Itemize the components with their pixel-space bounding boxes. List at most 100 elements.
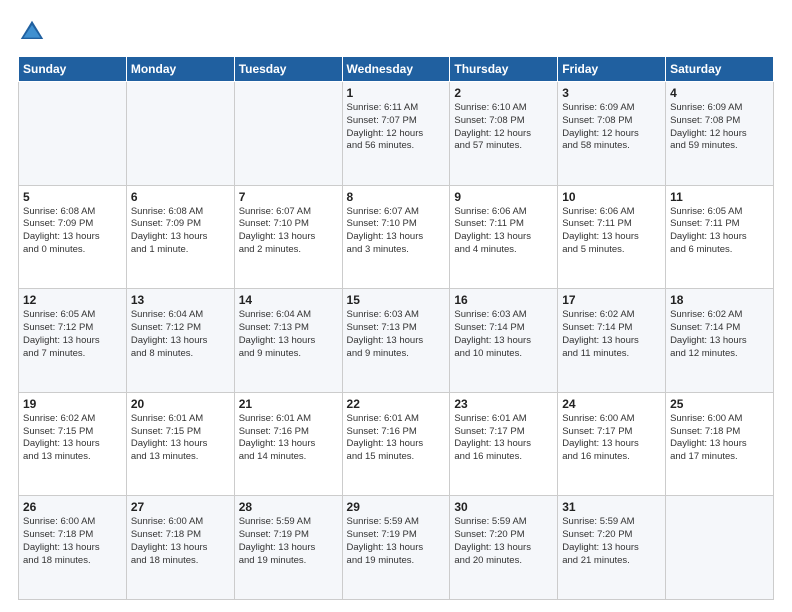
day-number: 16 bbox=[454, 293, 553, 307]
calendar-day bbox=[666, 496, 774, 600]
day-number: 14 bbox=[239, 293, 338, 307]
day-number: 4 bbox=[670, 86, 769, 100]
weekday-header: Sunday bbox=[19, 57, 127, 82]
logo-icon bbox=[18, 18, 46, 46]
day-info: Sunrise: 6:09 AM Sunset: 7:08 PM Dayligh… bbox=[562, 102, 661, 153]
calendar-day: 18Sunrise: 6:02 AM Sunset: 7:14 PM Dayli… bbox=[666, 289, 774, 393]
day-number: 28 bbox=[239, 500, 338, 514]
calendar-day: 13Sunrise: 6:04 AM Sunset: 7:12 PM Dayli… bbox=[126, 289, 234, 393]
calendar-day: 31Sunrise: 5:59 AM Sunset: 7:20 PM Dayli… bbox=[558, 496, 666, 600]
weekday-header: Tuesday bbox=[234, 57, 342, 82]
calendar-week: 26 Sunrise: 6:00 AM Sunset: 7:18 PM Dayli… bbox=[19, 496, 774, 600]
calendar-day: 3Sunrise: 6:09 AM Sunset: 7:08 PM Daylig… bbox=[558, 82, 666, 186]
day-info: Sunrise: 6:00 AM Sunset: 7:18 PM Dayligh… bbox=[131, 516, 230, 567]
calendar-day: 26 Sunrise: 6:00 AM Sunset: 7:18 PM Dayli… bbox=[19, 496, 127, 600]
day-number: 9 bbox=[454, 190, 553, 204]
weekday-row: SundayMondayTuesdayWednesdayThursdayFrid… bbox=[19, 57, 774, 82]
day-number: 22 bbox=[347, 397, 446, 411]
day-info: Sunrise: 6:05 AM Sunset: 7:11 PM Dayligh… bbox=[670, 206, 769, 257]
day-info: Sunrise: 6:05 AM Sunset: 7:12 PM Dayligh… bbox=[23, 309, 122, 360]
day-number: 12 bbox=[23, 293, 122, 307]
calendar-day: 20 Sunrise: 6:01 AM Sunset: 7:15 PM Dayli… bbox=[126, 392, 234, 496]
day-number: 30 bbox=[454, 500, 553, 514]
calendar-day bbox=[19, 82, 127, 186]
day-info: Sunrise: 6:06 AM Sunset: 7:11 PM Dayligh… bbox=[454, 206, 553, 257]
calendar-day: 9 Sunrise: 6:06 AM Sunset: 7:11 PM Daylig… bbox=[450, 185, 558, 289]
calendar-day: 14 Sunrise: 6:04 AM Sunset: 7:13 PM Dayli… bbox=[234, 289, 342, 393]
calendar-day: 15 Sunrise: 6:03 AM Sunset: 7:13 PM Dayli… bbox=[342, 289, 450, 393]
header bbox=[18, 18, 774, 46]
day-number: 13 bbox=[131, 293, 230, 307]
day-number: 5 bbox=[23, 190, 122, 204]
calendar: SundayMondayTuesdayWednesdayThursdayFrid… bbox=[18, 56, 774, 600]
day-number: 1 bbox=[347, 86, 446, 100]
calendar-header: SundayMondayTuesdayWednesdayThursdayFrid… bbox=[19, 57, 774, 82]
calendar-day: 17 Sunrise: 6:02 AM Sunset: 7:14 PM Dayli… bbox=[558, 289, 666, 393]
day-info: Sunrise: 6:01 AM Sunset: 7:16 PM Dayligh… bbox=[239, 413, 338, 464]
calendar-day: 24 Sunrise: 6:00 AM Sunset: 7:17 PM Dayli… bbox=[558, 392, 666, 496]
day-number: 26 bbox=[23, 500, 122, 514]
day-info: Sunrise: 6:01 AM Sunset: 7:15 PM Dayligh… bbox=[131, 413, 230, 464]
day-number: 23 bbox=[454, 397, 553, 411]
weekday-header: Wednesday bbox=[342, 57, 450, 82]
day-number: 31 bbox=[562, 500, 661, 514]
calendar-day: 27 Sunrise: 6:00 AM Sunset: 7:18 PM Dayli… bbox=[126, 496, 234, 600]
weekday-header: Saturday bbox=[666, 57, 774, 82]
day-info: Sunrise: 6:02 AM Sunset: 7:14 PM Dayligh… bbox=[562, 309, 661, 360]
calendar-day: 5 Sunrise: 6:08 AM Sunset: 7:09 PM Daylig… bbox=[19, 185, 127, 289]
calendar-day: 25Sunrise: 6:00 AM Sunset: 7:18 PM Dayli… bbox=[666, 392, 774, 496]
day-number: 25 bbox=[670, 397, 769, 411]
calendar-day: 12 Sunrise: 6:05 AM Sunset: 7:12 PM Dayli… bbox=[19, 289, 127, 393]
calendar-day: 19 Sunrise: 6:02 AM Sunset: 7:15 PM Dayli… bbox=[19, 392, 127, 496]
day-info: Sunrise: 6:08 AM Sunset: 7:09 PM Dayligh… bbox=[131, 206, 230, 257]
calendar-body: 1 Sunrise: 6:11 AM Sunset: 7:07 PM Daylig… bbox=[19, 82, 774, 600]
calendar-day: 22Sunrise: 6:01 AM Sunset: 7:16 PM Dayli… bbox=[342, 392, 450, 496]
calendar-week: 1 Sunrise: 6:11 AM Sunset: 7:07 PM Daylig… bbox=[19, 82, 774, 186]
day-number: 10 bbox=[562, 190, 661, 204]
day-number: 11 bbox=[670, 190, 769, 204]
calendar-day: 6Sunrise: 6:08 AM Sunset: 7:09 PM Daylig… bbox=[126, 185, 234, 289]
calendar-week: 19 Sunrise: 6:02 AM Sunset: 7:15 PM Dayli… bbox=[19, 392, 774, 496]
day-info: Sunrise: 6:07 AM Sunset: 7:10 PM Dayligh… bbox=[347, 206, 446, 257]
calendar-day: 8 Sunrise: 6:07 AM Sunset: 7:10 PM Daylig… bbox=[342, 185, 450, 289]
day-info: Sunrise: 6:03 AM Sunset: 7:14 PM Dayligh… bbox=[454, 309, 553, 360]
day-info: Sunrise: 6:11 AM Sunset: 7:07 PM Dayligh… bbox=[347, 102, 446, 153]
day-info: Sunrise: 5:59 AM Sunset: 7:20 PM Dayligh… bbox=[454, 516, 553, 567]
day-info: Sunrise: 6:00 AM Sunset: 7:18 PM Dayligh… bbox=[23, 516, 122, 567]
day-number: 29 bbox=[347, 500, 446, 514]
logo bbox=[18, 18, 50, 46]
calendar-day: 16 Sunrise: 6:03 AM Sunset: 7:14 PM Dayli… bbox=[450, 289, 558, 393]
calendar-day: 1 Sunrise: 6:11 AM Sunset: 7:07 PM Daylig… bbox=[342, 82, 450, 186]
day-info: Sunrise: 6:02 AM Sunset: 7:15 PM Dayligh… bbox=[23, 413, 122, 464]
day-info: Sunrise: 6:08 AM Sunset: 7:09 PM Dayligh… bbox=[23, 206, 122, 257]
day-info: Sunrise: 6:09 AM Sunset: 7:08 PM Dayligh… bbox=[670, 102, 769, 153]
calendar-week: 12 Sunrise: 6:05 AM Sunset: 7:12 PM Dayli… bbox=[19, 289, 774, 393]
day-info: Sunrise: 6:04 AM Sunset: 7:13 PM Dayligh… bbox=[239, 309, 338, 360]
day-number: 21 bbox=[239, 397, 338, 411]
day-number: 19 bbox=[23, 397, 122, 411]
day-info: Sunrise: 6:07 AM Sunset: 7:10 PM Dayligh… bbox=[239, 206, 338, 257]
calendar-day: 11 Sunrise: 6:05 AM Sunset: 7:11 PM Dayli… bbox=[666, 185, 774, 289]
day-info: Sunrise: 6:03 AM Sunset: 7:13 PM Dayligh… bbox=[347, 309, 446, 360]
day-number: 24 bbox=[562, 397, 661, 411]
day-info: Sunrise: 5:59 AM Sunset: 7:19 PM Dayligh… bbox=[347, 516, 446, 567]
page: SundayMondayTuesdayWednesdayThursdayFrid… bbox=[0, 0, 792, 612]
day-number: 15 bbox=[347, 293, 446, 307]
day-info: Sunrise: 6:01 AM Sunset: 7:17 PM Dayligh… bbox=[454, 413, 553, 464]
calendar-day: 7 Sunrise: 6:07 AM Sunset: 7:10 PM Daylig… bbox=[234, 185, 342, 289]
weekday-header: Friday bbox=[558, 57, 666, 82]
day-number: 20 bbox=[131, 397, 230, 411]
day-info: Sunrise: 6:06 AM Sunset: 7:11 PM Dayligh… bbox=[562, 206, 661, 257]
weekday-header: Thursday bbox=[450, 57, 558, 82]
day-number: 7 bbox=[239, 190, 338, 204]
calendar-day: 4 Sunrise: 6:09 AM Sunset: 7:08 PM Daylig… bbox=[666, 82, 774, 186]
day-info: Sunrise: 6:00 AM Sunset: 7:17 PM Dayligh… bbox=[562, 413, 661, 464]
day-number: 8 bbox=[347, 190, 446, 204]
day-number: 17 bbox=[562, 293, 661, 307]
day-number: 2 bbox=[454, 86, 553, 100]
calendar-day: 28Sunrise: 5:59 AM Sunset: 7:19 PM Dayli… bbox=[234, 496, 342, 600]
calendar-day: 2Sunrise: 6:10 AM Sunset: 7:08 PM Daylig… bbox=[450, 82, 558, 186]
calendar-day bbox=[234, 82, 342, 186]
day-number: 27 bbox=[131, 500, 230, 514]
calendar-day: 10 Sunrise: 6:06 AM Sunset: 7:11 PM Dayli… bbox=[558, 185, 666, 289]
